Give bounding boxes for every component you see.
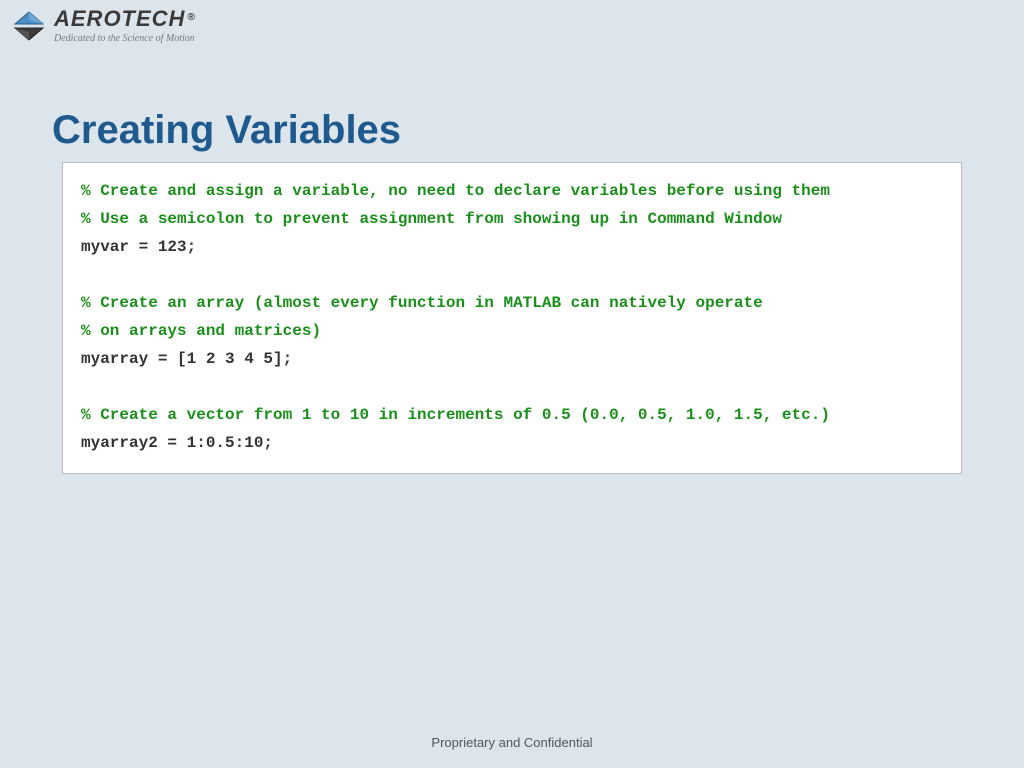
- blank-line: [81, 261, 943, 289]
- code-box: % Create and assign a variable, no need …: [62, 162, 962, 474]
- code-comment: % Create and assign a variable, no need …: [81, 177, 943, 205]
- blank-line: [81, 373, 943, 401]
- logo-name: AEROTECH: [54, 6, 185, 31]
- registered-mark: ®: [187, 12, 194, 23]
- logo-wordmark: AEROTECH®: [54, 8, 195, 31]
- slide-title: Creating Variables: [52, 108, 401, 153]
- footer-text: Proprietary and Confidential: [0, 735, 1024, 750]
- logo-tagline: Dedicated to the Science of Motion: [54, 33, 195, 44]
- company-logo: AEROTECH® Dedicated to the Science of Mo…: [10, 8, 195, 44]
- code-comment: % Create an array (almost every function…: [81, 289, 943, 317]
- code-comment: % Create a vector from 1 to 10 in increm…: [81, 401, 943, 429]
- logo-mark-icon: [10, 10, 48, 42]
- code-comment: % on arrays and matrices): [81, 317, 943, 345]
- code-statement: myarray2 = 1:0.5:10;: [81, 429, 943, 457]
- code-statement: myvar = 123;: [81, 233, 943, 261]
- code-statement: myarray = [1 2 3 4 5];: [81, 345, 943, 373]
- code-comment: % Use a semicolon to prevent assignment …: [81, 205, 943, 233]
- logo-text-block: AEROTECH® Dedicated to the Science of Mo…: [54, 8, 195, 44]
